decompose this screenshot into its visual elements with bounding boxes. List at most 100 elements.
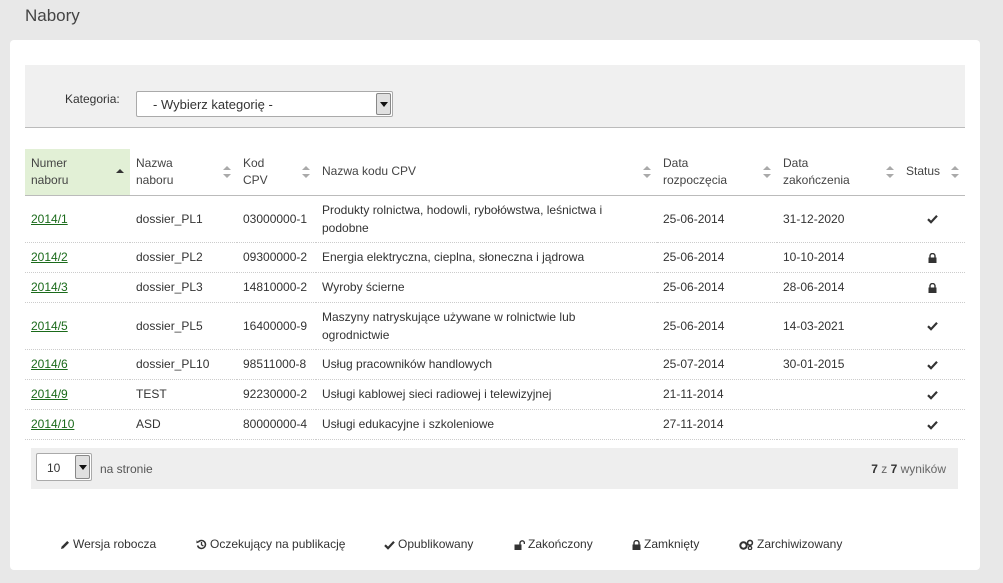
cell-data-start: 21-11-2014 xyxy=(657,379,777,410)
cell-nazwa: dossier_PL1 xyxy=(130,195,237,243)
check-icon xyxy=(927,319,938,333)
column-header-label: naboru xyxy=(31,172,69,187)
cpv-name-text: Usługi kablowej sieci radiowej i telewiz… xyxy=(322,387,552,401)
nabor-link[interactable]: 2014/5 xyxy=(31,319,68,333)
column-header-5[interactable]: Data zakończenia xyxy=(777,149,900,196)
column-header-label: Kod xyxy=(243,155,265,170)
cell-status xyxy=(900,302,965,350)
lock-icon xyxy=(928,280,937,294)
cell-data-end: 28-06-2014 xyxy=(777,272,900,303)
column-header-label: Numer xyxy=(31,155,68,170)
pencil-icon xyxy=(60,537,73,551)
nabor-link[interactable]: 2014/2 xyxy=(31,250,68,264)
column-header-0[interactable]: Numer naboru xyxy=(25,149,130,196)
cell-data-end: 31-12-2020 xyxy=(777,195,900,243)
cpv-name-text: Produkty rolnictwa, hodowli, rybołówstwa… xyxy=(322,202,603,235)
table-row: 2014/2 dossier_PL2 09300000-2 Energia elekt… xyxy=(25,242,965,273)
sort-icon[interactable] xyxy=(302,165,310,178)
cell-numer: 2014/3 xyxy=(25,272,130,303)
sort-icon[interactable] xyxy=(763,165,771,178)
nabor-link[interactable]: 2014/3 xyxy=(31,280,68,294)
cell-data-end: 10-10-2014 xyxy=(777,242,900,273)
check-icon xyxy=(927,417,938,431)
cell-nazwa-cpv: Usług pracowników handlowych xyxy=(316,349,657,380)
cell-nazwa-cpv: Energia elektryczna, cieplna, słoneczna … xyxy=(316,242,657,273)
table-row: 2014/1 dossier_PL1 03000000-1 Produkty roln… xyxy=(25,195,965,243)
column-header-label: Nazwa xyxy=(136,155,173,170)
column-header-1[interactable]: Nazwa naboru xyxy=(130,149,237,196)
cell-kod-cpv: 16400000-9 xyxy=(237,302,316,350)
per-page-select[interactable]: 10 xyxy=(36,453,92,481)
check-icon xyxy=(927,357,938,371)
cogs-icon xyxy=(739,537,757,551)
legend-label: Wersja robocza xyxy=(73,537,157,551)
check-icon xyxy=(927,212,938,226)
check-icon xyxy=(927,387,938,401)
page-title: Nabory xyxy=(25,6,80,25)
filter-bar: Kategoria: - Wybierz kategorię - xyxy=(25,65,965,128)
cpv-name-text: Usług pracowników handlowych xyxy=(322,357,493,371)
cell-kod-cpv: 03000000-1 xyxy=(237,195,316,243)
results-total: 7 xyxy=(890,462,898,476)
results-word: wyników xyxy=(900,462,946,476)
cell-data-end xyxy=(777,379,900,410)
category-label: Kategoria: xyxy=(65,92,120,106)
sort-icon[interactable] xyxy=(643,165,651,178)
column-header-label: rozpoczęcia xyxy=(663,172,728,187)
nabor-link[interactable]: 2014/1 xyxy=(31,212,68,226)
cell-nazwa-cpv: Produkty rolnictwa, hodowli, rybołówstwa… xyxy=(316,195,657,243)
cell-data-start: 25-06-2014 xyxy=(657,302,777,350)
legend-item: Zarchiwizowany xyxy=(739,537,859,551)
cell-data-end xyxy=(777,409,900,440)
per-page-label: na stronie xyxy=(100,462,153,476)
cell-nazwa: dossier_PL10 xyxy=(130,349,237,380)
legend-item: Zamknięty xyxy=(632,537,739,551)
column-header-3[interactable]: Nazwa kodu CPV xyxy=(316,149,657,196)
chevron-down-icon[interactable] xyxy=(75,455,90,479)
cell-status xyxy=(900,409,965,440)
cell-data-start: 25-06-2014 xyxy=(657,242,777,273)
column-header-4[interactable]: Data rozpoczęcia xyxy=(657,149,777,196)
cell-nazwa: dossier_PL2 xyxy=(130,242,237,273)
legend-item: Opublikowany xyxy=(384,537,514,551)
cell-kod-cpv: 09300000-2 xyxy=(237,242,316,273)
legend-label: Zamknięty xyxy=(644,537,700,551)
category-select[interactable]: - Wybierz kategorię - xyxy=(136,91,393,117)
cell-status xyxy=(900,195,965,243)
history-icon xyxy=(196,537,210,551)
sort-icon[interactable] xyxy=(951,165,959,178)
cell-numer: 2014/2 xyxy=(25,242,130,273)
results-shown: 7 xyxy=(871,462,878,476)
column-header-2[interactable]: Kod CPV xyxy=(237,149,316,196)
nabor-link[interactable]: 2014/6 xyxy=(31,357,68,371)
per-page-value: 10 xyxy=(47,461,61,475)
status-legend: Wersja robocza Oczekujący na publikację Op… xyxy=(60,537,859,551)
table-row: 2014/3 dossier_PL3 14810000-2 Wyroby ściern… xyxy=(25,272,965,303)
nabor-link[interactable]: 2014/9 xyxy=(31,387,68,401)
cell-data-start: 27-11-2014 xyxy=(657,409,777,440)
table-row: 2014/10 ASD 80000000-4 Usługi edukacyjne i … xyxy=(25,409,965,440)
cell-nazwa-cpv: Usługi kablowej sieci radiowej i telewiz… xyxy=(316,379,657,410)
column-header-6[interactable]: Status xyxy=(900,149,965,196)
sort-icon[interactable] xyxy=(223,165,231,178)
legend-label: Zarchiwizowany xyxy=(757,537,843,551)
sort-icon[interactable] xyxy=(886,165,894,178)
legend-item: Zakończony xyxy=(514,537,632,551)
pagination-bar: 10 na stronie 7 z 7 wyników xyxy=(31,448,958,489)
cell-nazwa: dossier_PL3 xyxy=(130,272,237,303)
cell-numer: 2014/9 xyxy=(25,379,130,410)
cell-kod-cpv: 92230000-2 xyxy=(237,379,316,410)
cell-data-start: 25-06-2014 xyxy=(657,272,777,303)
cpv-name-text: Usługi edukacyjne i szkoleniowe xyxy=(322,417,495,431)
cell-data-end: 30-01-2015 xyxy=(777,349,900,380)
sort-icon[interactable] xyxy=(116,166,124,178)
cell-nazwa-cpv: Usługi edukacyjne i szkoleniowe xyxy=(316,409,657,440)
cell-numer: 2014/10 xyxy=(25,409,130,440)
cell-data-start: 25-07-2014 xyxy=(657,349,777,380)
legend-label: Zakończony xyxy=(528,537,593,551)
column-header-label: naboru xyxy=(136,172,174,187)
nabor-link[interactable]: 2014/10 xyxy=(31,417,74,431)
chevron-down-icon[interactable] xyxy=(376,93,391,115)
cell-status xyxy=(900,272,965,303)
legend-label: Oczekujący na publikację xyxy=(210,537,346,551)
